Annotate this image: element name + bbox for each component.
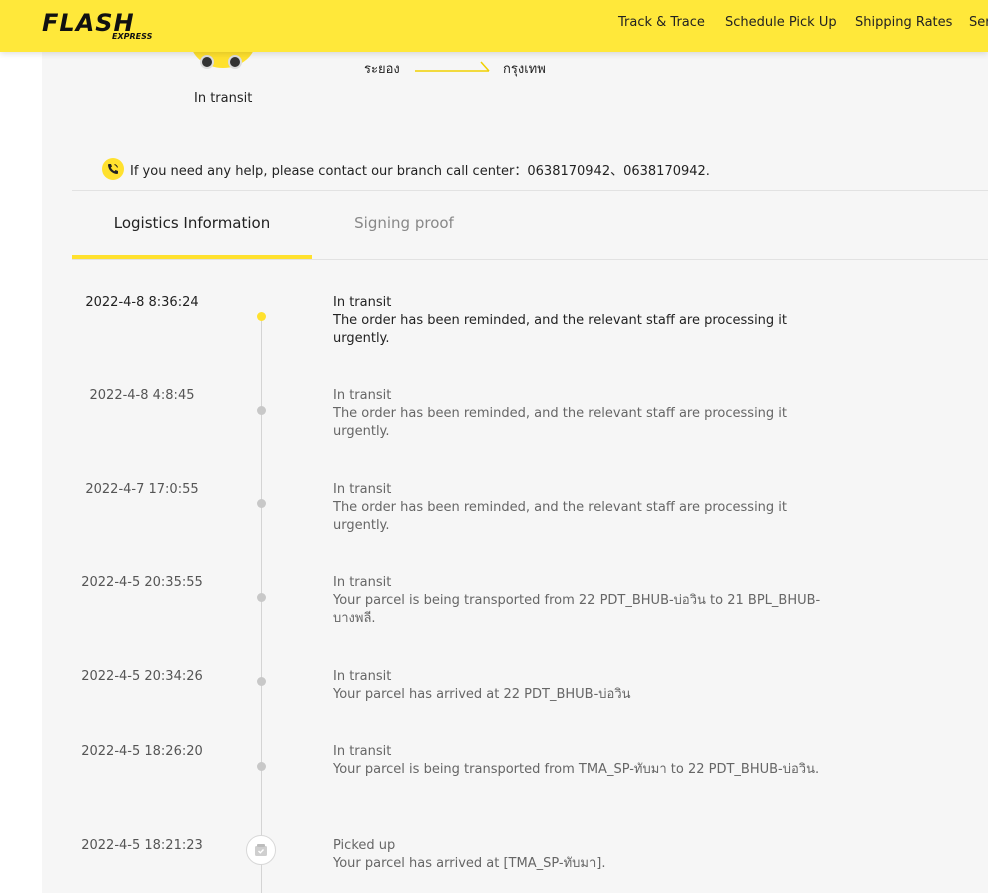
package-icon	[246, 835, 276, 865]
event-description: Your parcel has arrived at [TMA_SP-ทับมา…	[333, 856, 606, 871]
route-arrow-icon	[415, 61, 490, 72]
nav-shipping-rates[interactable]: Shipping Rates	[855, 0, 952, 46]
phone-icon	[102, 158, 124, 180]
event-status: Picked up	[333, 838, 396, 853]
event-description: Your parcel has arrived at 22 PDT_BHUB-บ…	[333, 687, 631, 702]
route-destination: กรุงเทพ	[503, 62, 546, 77]
event-description: The order has been reminded, and the rel…	[333, 406, 788, 439]
event-time: 2022-4-8 4:8:45	[89, 388, 195, 403]
timeline-dot	[257, 593, 266, 602]
help-contact-line: If you need any help, please contact our…	[102, 158, 710, 180]
timeline-dot	[257, 499, 266, 508]
nav-schedule-pick-up[interactable]: Schedule Pick Up	[725, 0, 837, 46]
event-status: In transit	[333, 388, 392, 403]
flash-express-logo[interactable]: FLASH EXPRESS	[42, 8, 170, 44]
event-time: 2022-4-5 20:34:26	[81, 669, 203, 684]
event-time: 2022-4-5 20:35:55	[81, 575, 203, 590]
timeline-dot	[257, 406, 266, 415]
tabs-divider	[72, 259, 988, 260]
nav-track-trace[interactable]: Track & Trace	[618, 0, 705, 46]
shipment-status-label: In transit	[194, 91, 253, 106]
event-description: Your parcel is being transported from TM…	[333, 762, 820, 777]
help-text: If you need any help, please contact our…	[130, 163, 710, 179]
event-status: In transit	[333, 744, 392, 759]
timeline-line	[261, 317, 262, 893]
event-time: 2022-4-7 17:0:55	[85, 482, 199, 497]
timeline-dot	[257, 762, 266, 771]
event-description: The order has been reminded, and the rel…	[333, 313, 788, 346]
tab-logistics-information[interactable]: Logistics Information	[72, 190, 312, 260]
tab-signing-proof[interactable]: Signing proof	[312, 190, 496, 260]
event-status: In transit	[333, 575, 392, 590]
tracking-page: FLASH EXPRESS Track & Trace Schedule Pic…	[0, 0, 988, 893]
event-time: 2022-4-8 8:36:24	[85, 295, 199, 310]
event-status: In transit	[333, 482, 392, 497]
route-origin: ระยอง	[364, 62, 400, 77]
nav-services-truncated[interactable]: Ser	[969, 0, 988, 46]
truck-status-icon	[188, 52, 258, 70]
timeline-dot	[257, 677, 266, 686]
event-description: The order has been reminded, and the rel…	[333, 500, 788, 533]
event-time: 2022-4-5 18:26:20	[81, 744, 203, 759]
logo-subtitle: EXPRESS	[112, 32, 153, 41]
event-description: Your parcel is being transported from 22…	[333, 593, 821, 626]
event-time: 2022-4-5 18:21:23	[81, 838, 203, 853]
top-navbar: FLASH EXPRESS Track & Trace Schedule Pic…	[0, 0, 988, 52]
timeline-dot-current	[257, 312, 266, 321]
event-status: In transit	[333, 669, 392, 684]
event-status: In transit	[333, 295, 392, 310]
